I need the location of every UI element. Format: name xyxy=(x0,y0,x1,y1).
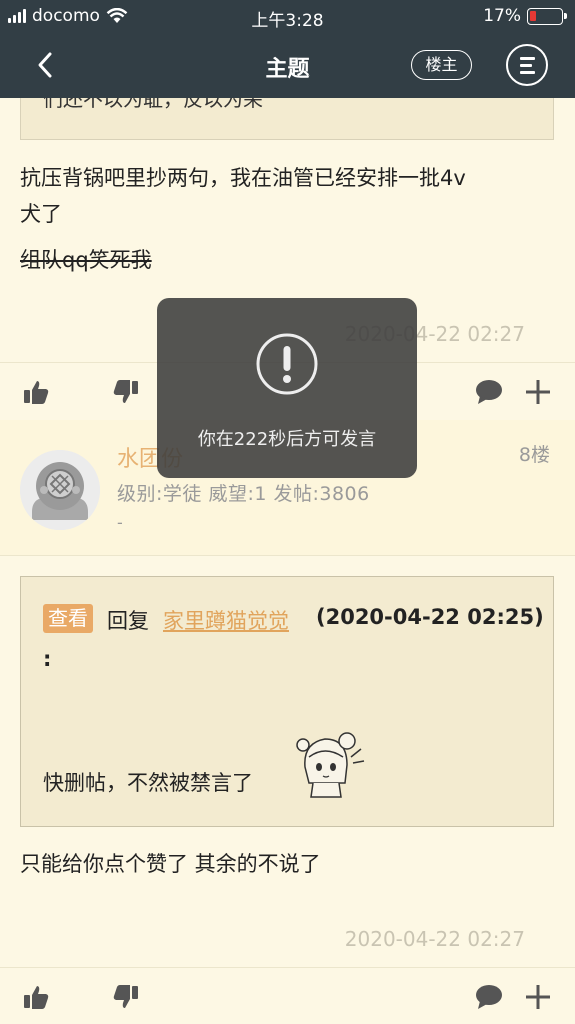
quote-text: 快删帖，不然被禁言了 xyxy=(43,771,253,795)
plus-icon[interactable] xyxy=(524,378,552,406)
battery-percent: 17% xyxy=(483,6,521,26)
avatar[interactable] xyxy=(20,450,100,530)
anime-girl-sticker-icon xyxy=(296,732,365,798)
menu-icon[interactable] xyxy=(506,44,548,86)
top-bar: docomo 上午3:28 17% 主题 楼主 xyxy=(0,0,575,98)
thumbs-down-icon[interactable] xyxy=(112,983,140,1011)
nav-bar: 主题 楼主 xyxy=(0,32,575,98)
comment-icon[interactable] xyxy=(474,379,504,405)
user-meta: 级别:学徒 威望:1 发帖:3806 xyxy=(117,483,370,505)
quoted-user-link[interactable]: 家里蹲猫觉觉 xyxy=(163,605,289,635)
post-text-strikethrough: 组队qq笑死我 xyxy=(20,248,152,272)
toast-text: 你在222秒后方可发言 xyxy=(197,429,377,450)
quoted-time: (2020-04-22 02:25) xyxy=(316,605,544,629)
owner-only-button[interactable]: 楼主 xyxy=(411,50,472,80)
diving-helmet-icon xyxy=(20,450,100,530)
status-bar: docomo 上午3:28 17% xyxy=(0,0,575,32)
user-signature: - xyxy=(117,513,123,532)
divider xyxy=(0,967,575,968)
floor-number: 8楼 xyxy=(518,444,550,466)
comment-icon[interactable] xyxy=(474,984,504,1010)
post-actions xyxy=(0,969,575,1024)
thumbs-down-icon[interactable] xyxy=(112,378,140,406)
page-title: 主题 xyxy=(265,57,310,82)
quote-colon: : xyxy=(43,647,52,671)
battery-icon xyxy=(527,7,567,25)
reply-label: 回复 xyxy=(107,609,149,633)
plus-icon[interactable] xyxy=(524,983,552,1011)
view-quote-button[interactable]: 查看 xyxy=(43,604,93,633)
post-timestamp: 2020-04-22 02:27 xyxy=(344,927,525,951)
back-chevron-icon[interactable] xyxy=(32,50,58,80)
divider xyxy=(0,555,575,556)
quote-block: 查看 回复 家里蹲猫觉觉 (2020-04-22 02:25) : 快删帖，不然… xyxy=(20,576,554,827)
thumbs-up-icon[interactable] xyxy=(22,983,50,1011)
post-text-line: 只能给你点个赞了 其余的不说了 xyxy=(20,852,321,876)
post-text-line: 犬了 xyxy=(20,202,62,226)
toast-message: 你在222秒后方可发言 xyxy=(157,298,417,478)
thumbs-up-icon[interactable] xyxy=(22,378,50,406)
post-text-line: 抗压背锅吧里抄两句，我在油管已经安排一批4v xyxy=(20,166,466,190)
exclamation-icon xyxy=(256,333,318,395)
